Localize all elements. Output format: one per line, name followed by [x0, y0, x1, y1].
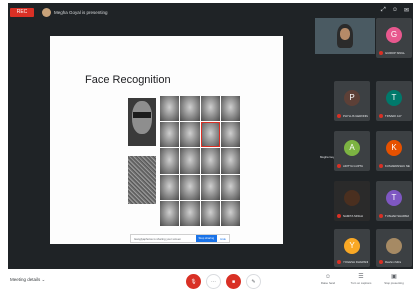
face-thumbnail [200, 96, 220, 122]
face-thumbnail [220, 148, 240, 174]
mic-muted-icon [379, 51, 383, 55]
captions-icon: ☰ [358, 274, 364, 280]
participant-name: TRIVEDI JAY [385, 114, 402, 118]
right-controls: ☺ Raise hand ☰ Turn on captions ▣ Stop p… [315, 273, 407, 285]
participant-tile[interactable]: A ADITYA GUPTA [334, 131, 370, 171]
sharing-message: Ganglyaphotos is sharing your screen [134, 236, 181, 241]
face-thumbnail [160, 148, 180, 174]
participant-name: PHYLLIS GERONIMO [343, 114, 368, 118]
mic-off-icon[interactable]: 🎙 [186, 274, 201, 289]
shared-screen-slide: Face Recognition Ganglyaphotos is sharin… [50, 36, 283, 244]
participant-name: TUSHAR SHARMA [385, 214, 410, 218]
face-thumbnail [180, 96, 200, 122]
captions-button[interactable]: ☰ Turn on captions [348, 273, 374, 285]
participant-avatar [386, 238, 402, 254]
slide-title: Face Recognition [85, 74, 171, 86]
presenter-indicator: Megha Goyal is presenting [42, 8, 108, 17]
participant-tile[interactable]: G GURDIP SINGH [376, 18, 412, 58]
face-thumbnail [180, 174, 200, 200]
face-thumbnail [180, 122, 200, 148]
participant-avatar: G [386, 27, 402, 43]
face-thumbnail [180, 200, 200, 226]
mic-muted-icon [379, 164, 383, 168]
participant-name: ADITYA GUPTA [343, 164, 363, 168]
participant-avatar: A [344, 140, 360, 156]
face-thumbnail [160, 122, 180, 148]
bottom-toolbar: Meeting details ⌄ 🎙 ⋯ ■ ✎ ☺ Raise hand ☰… [0, 270, 413, 291]
participant-name: GURDIP SINGH [385, 51, 406, 55]
mic-muted-icon [337, 260, 341, 264]
call-controls: 🎙 ⋯ ■ ✎ [186, 274, 261, 289]
meet-window: REC Megha Goyal is presenting ⤢ ☺ ✉ Face… [8, 3, 413, 269]
participant-name: Rashmi Mitra [385, 260, 402, 264]
face-thumbnail [160, 96, 180, 122]
sunglasses-face-image [128, 98, 156, 146]
presenter-avatar [42, 8, 51, 17]
participant-avatar: T [386, 190, 402, 206]
participant-avatar: Y [344, 238, 360, 254]
face-thumbnail [220, 200, 240, 226]
face-thumbnail [220, 174, 240, 200]
sharing-banner: Ganglyaphotos is sharing your screen Sto… [130, 234, 230, 243]
noisy-face-image [128, 156, 156, 204]
face-thumbnail [200, 174, 220, 200]
participant-tile[interactable]: Y YOGESH DHARSNE [334, 229, 370, 267]
participant-avatar: T [386, 90, 402, 106]
mic-muted-icon [337, 114, 341, 118]
present-screen-icon: ▣ [391, 274, 397, 280]
top-right-controls: ⤢ ☺ ✉ [381, 7, 409, 14]
people-icon[interactable]: ☺ [392, 7, 398, 14]
face-thumbnail [160, 174, 180, 200]
face-thumbnail-selected [200, 122, 220, 148]
hide-button[interactable]: Hide [217, 237, 229, 241]
face-thumbnail [220, 96, 240, 122]
face-grid [160, 96, 240, 226]
stop-sharing-button[interactable]: Stop sharing [195, 235, 218, 242]
participant-tile[interactable]: P PHYLLIS GERONIMO [334, 81, 370, 121]
participant-avatar: P [344, 90, 360, 106]
participant-name: KUSHWANSHU NEGI [385, 164, 410, 168]
recording-badge: REC [10, 8, 34, 17]
participant-avatar: K [386, 140, 402, 156]
face-thumbnail [160, 200, 180, 226]
face-thumbnail [180, 148, 200, 174]
mic-muted-icon [337, 164, 341, 168]
mic-muted-icon [379, 214, 383, 218]
meeting-details-button[interactable]: Meeting details ⌄ [10, 277, 45, 283]
present-icon[interactable]: ✎ [246, 274, 261, 289]
participant-name: NAMITA SINGH [343, 214, 363, 218]
more-icon[interactable]: ⋯ [206, 274, 221, 289]
face-thumbnail [200, 200, 220, 226]
expand-icon[interactable]: ⤢ [381, 7, 386, 14]
stop-presenting-button[interactable]: ▣ Stop presenting [381, 273, 407, 285]
face-thumbnail [200, 148, 220, 174]
participant-tile[interactable]: K KUSHWANSHU NEGI [376, 131, 412, 171]
participant-tile[interactable]: Rashmi Mitra [376, 229, 412, 267]
face-thumbnail [220, 122, 240, 148]
camera-off-icon[interactable]: ■ [226, 274, 241, 289]
participant-name: YOGESH DHARSNE [343, 260, 368, 264]
raise-hand-button[interactable]: ☺ Raise hand [315, 273, 341, 285]
participant-avatar [344, 190, 360, 206]
mic-muted-icon [379, 114, 383, 118]
participant-tile[interactable]: T TRIVEDI JAY [376, 81, 412, 121]
presenter-text: Megha Goyal is presenting [54, 10, 108, 15]
mic-muted-icon [379, 260, 383, 264]
mic-muted-icon [337, 214, 341, 218]
hand-icon: ☺ [324, 274, 332, 280]
participant-tile[interactable]: NAMITA SINGH [334, 181, 370, 221]
participant-tile[interactable]: T TUSHAR SHARMA [376, 181, 412, 221]
chat-icon[interactable]: ✉ [404, 7, 409, 14]
